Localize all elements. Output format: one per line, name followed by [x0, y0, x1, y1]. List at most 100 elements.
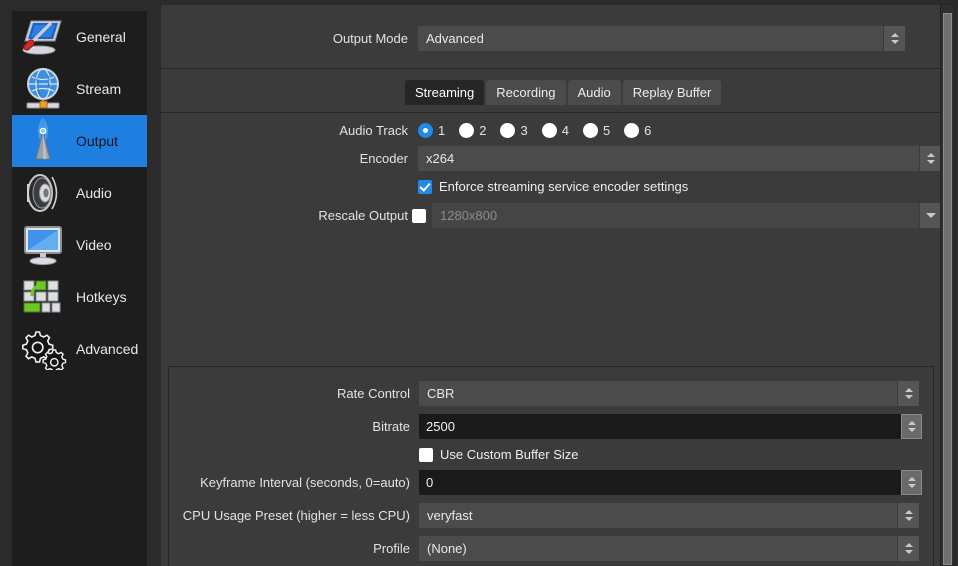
broadcast-antenna-icon [18, 118, 68, 164]
profile-spinner-icon[interactable] [897, 536, 919, 561]
gears-icon [18, 326, 68, 372]
rate-control-value: CBR [427, 386, 455, 401]
custom-buffer-row: Use Custom Buffer Size [169, 447, 933, 462]
rate-control-dropdown[interactable]: CBR [419, 381, 919, 406]
rescale-output-checkbox[interactable] [412, 208, 426, 223]
radio-icon [500, 123, 516, 138]
sidebar-item-stream[interactable]: Stream [12, 63, 147, 115]
streaming-settings-form: Audio Track 1 2 3 4 5 6 Encoder x264 Enf… [161, 113, 941, 566]
sidebar-item-output[interactable]: Output [12, 115, 147, 167]
encoder-spinner-icon[interactable] [919, 146, 941, 171]
cpu-usage-preset-spinner-icon[interactable] [897, 503, 919, 528]
bitrate-label: Bitrate [372, 419, 410, 434]
chevron-down-icon[interactable] [919, 203, 941, 228]
radio-icon [624, 123, 640, 138]
bitrate-value: 2500 [426, 419, 455, 434]
audio-track-radio-3[interactable]: 3 [500, 123, 528, 138]
sidebar-item-label: Audio [76, 185, 112, 201]
output-mode-section: Output Mode Advanced [161, 5, 941, 69]
audio-track-option-label: 5 [602, 123, 611, 138]
keyframe-interval-input[interactable]: 0 [419, 470, 922, 495]
globe-network-icon [18, 66, 68, 112]
audio-track-option-label: 1 [438, 123, 446, 138]
enforce-label: Enforce streaming service encoder settin… [439, 179, 689, 194]
radio-icon [582, 123, 598, 138]
encoder-row: Encoder x264 [161, 146, 941, 171]
bitrate-row: Bitrate 2500 [169, 414, 933, 439]
tab-audio[interactable]: Audio [567, 80, 621, 105]
tab-streaming[interactable]: Streaming [405, 80, 485, 105]
sidebar-item-label: General [76, 29, 126, 45]
sidebar-item-video[interactable]: Video [12, 219, 147, 271]
profile-dropdown[interactable]: (None) [419, 536, 919, 561]
output-tabs-section: Streaming Recording Audio Replay Buffer [161, 69, 941, 113]
keyframe-interval-spinner-icon[interactable] [901, 470, 922, 495]
audio-track-option-label: 3 [520, 123, 528, 138]
monitor-icon [18, 222, 68, 268]
sidebar-item-advanced[interactable]: Advanced [12, 323, 147, 375]
scrollbar-thumb[interactable] [943, 13, 952, 565]
enforce-streaming-service-checkbox[interactable]: Enforce streaming service encoder settin… [418, 179, 688, 194]
encoder-settings-groupbox: Rate Control CBR Bitrate 2500 Use Custom… [168, 366, 934, 566]
checkbox-icon [419, 447, 433, 462]
encoder-dropdown[interactable]: x264 [418, 146, 941, 171]
sidebar-item-hotkeys[interactable]: Hotkeys [12, 271, 147, 323]
audio-track-radio-2[interactable]: 2 [459, 123, 486, 138]
cpu-usage-preset-row: CPU Usage Preset (higher = less CPU) ver… [169, 503, 933, 528]
output-mode-value: Advanced [426, 31, 484, 46]
audio-track-option-label: 6 [644, 123, 652, 138]
sidebar-item-audio[interactable]: Audio [12, 167, 147, 219]
sidebar-item-label: Output [76, 133, 119, 149]
tab-replay-buffer[interactable]: Replay Buffer [622, 80, 722, 105]
audio-track-option-label: 2 [479, 123, 487, 138]
bitrate-spinner-icon[interactable] [901, 414, 922, 439]
keyboard-keys-icon [18, 274, 68, 320]
monitor-screwdriver-icon [18, 14, 68, 60]
sidebar-item-label: Advanced [76, 341, 139, 357]
audio-track-radio-6[interactable]: 6 [624, 123, 651, 138]
keyframe-interval-label: Keyframe Interval (seconds, 0=auto) [200, 475, 410, 490]
radio-icon [459, 123, 475, 138]
keyframe-interval-row: Keyframe Interval (seconds, 0=auto) 0 [169, 470, 933, 495]
profile-row: Profile (None) [169, 536, 933, 561]
audio-track-radio-4[interactable]: 4 [541, 123, 569, 138]
speaker-icon [18, 170, 68, 216]
audio-track-radio-group[interactable]: 1 2 3 4 5 6 [418, 123, 651, 138]
use-custom-buffer-size-checkbox[interactable]: Use Custom Buffer Size [419, 447, 578, 462]
audio-track-label: Audio Track [339, 123, 408, 138]
sidebar-item-label: Video [76, 237, 112, 253]
audio-track-radio-5[interactable]: 5 [582, 123, 611, 138]
tab-strip[interactable]: Streaming Recording Audio Replay Buffer [405, 80, 722, 105]
profile-label: Profile [373, 541, 410, 556]
settings-sidebar[interactable]: General Stream Output Audio Video Hotkey… [12, 11, 147, 566]
radio-selected-icon [418, 123, 433, 138]
rescale-output-row: Rescale Output 1280x800 [161, 203, 941, 228]
audio-track-radio-1[interactable]: 1 [418, 123, 445, 138]
rescale-output-label: Rescale Output [318, 208, 408, 223]
output-mode-spinner-icon[interactable] [883, 26, 905, 51]
encoder-value: x264 [426, 151, 455, 166]
sidebar-item-label: Stream [76, 81, 122, 97]
encoder-label: Encoder [359, 151, 408, 166]
bitrate-input[interactable]: 2500 [419, 414, 922, 439]
tab-recording[interactable]: Recording [486, 80, 566, 105]
audio-track-row: Audio Track 1 2 3 4 5 6 [161, 123, 941, 138]
profile-value: (None) [427, 541, 467, 556]
settings-content-panel: Output Mode Advanced Streaming Recording… [160, 4, 942, 566]
rate-control-spinner-icon[interactable] [897, 381, 919, 406]
cpu-usage-preset-value: veryfast [427, 508, 473, 523]
radio-icon [541, 123, 557, 138]
vertical-scrollbar[interactable] [940, 4, 955, 566]
output-mode-dropdown[interactable]: Advanced [418, 26, 905, 51]
rate-control-row: Rate Control CBR [169, 381, 933, 406]
rate-control-label: Rate Control [337, 386, 410, 401]
rescale-output-dropdown[interactable]: 1280x800 [432, 203, 941, 228]
keyframe-interval-value: 0 [426, 475, 434, 490]
custom-buffer-label: Use Custom Buffer Size [440, 447, 579, 462]
enforce-settings-row: Enforce streaming service encoder settin… [161, 179, 941, 194]
sidebar-item-general[interactable]: General [12, 11, 147, 63]
rescale-output-value: 1280x800 [440, 208, 498, 223]
cpu-usage-preset-label: CPU Usage Preset (higher = less CPU) [182, 508, 410, 523]
cpu-usage-preset-dropdown[interactable]: veryfast [419, 503, 919, 528]
output-mode-label: Output Mode [332, 31, 408, 46]
